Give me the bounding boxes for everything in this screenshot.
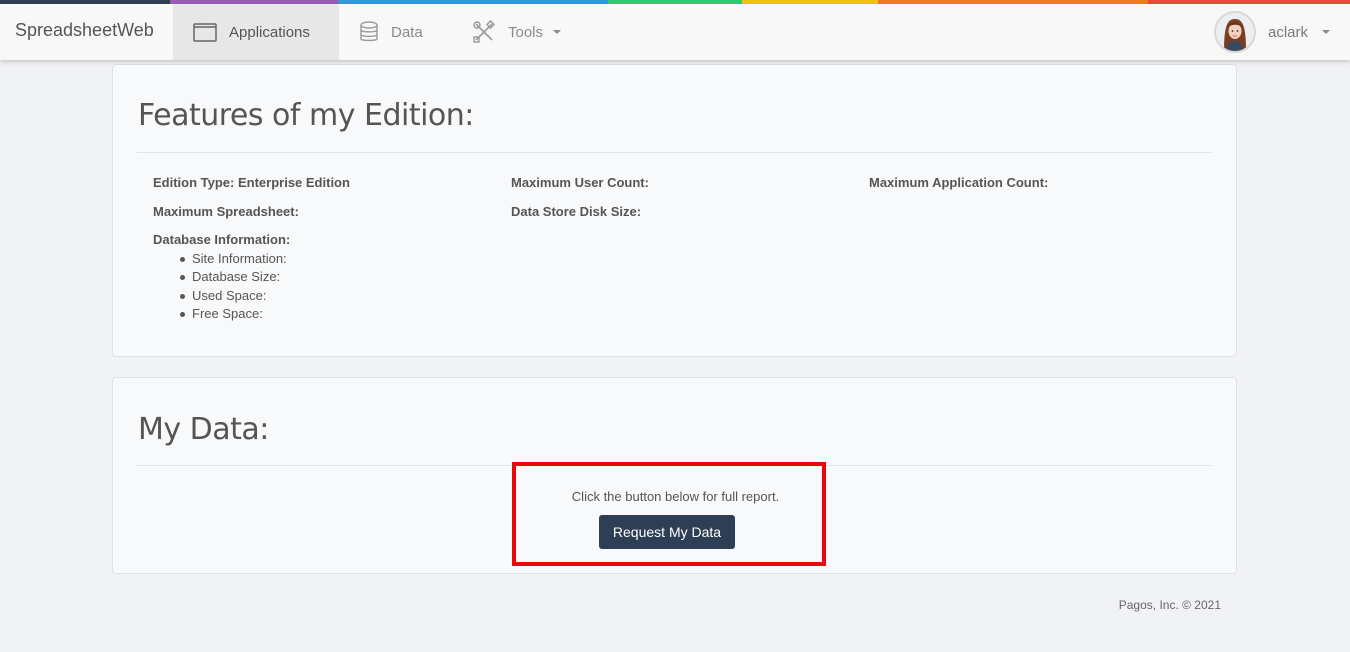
avatar (1213, 11, 1256, 53)
edition-type: Edition Type: Enterprise Edition (153, 175, 350, 190)
max-app-count: Maximum Application Count: (869, 175, 1049, 190)
window-icon (193, 22, 217, 42)
list-item: Site Information: (180, 251, 287, 266)
chevron-down-icon (553, 30, 562, 34)
top-navbar: SpreadsheetWeb Applications Data Tools a… (0, 4, 1350, 60)
brand-logo[interactable]: SpreadsheetWeb (15, 20, 154, 41)
max-spreadsheet: Maximum Spreadsheet: (153, 204, 299, 219)
list-item: Free Space: (180, 306, 263, 321)
list-item: Used Space: (179, 288, 267, 303)
nav-data-label: Data (391, 23, 423, 41)
features-title: Features of my Edition: (138, 98, 474, 133)
nav-applications[interactable]: Applications (173, 4, 339, 60)
data-store-disk-size: Data Store Disk Size: (511, 204, 642, 219)
username: aclark (1267, 23, 1308, 41)
chevron-down-icon (1322, 30, 1330, 34)
database-information: Database Information: (153, 232, 291, 247)
max-user-count: Maximum User Count: (511, 175, 649, 190)
user-menu[interactable]: aclark (1213, 4, 1330, 60)
highlight-box (512, 462, 826, 566)
tools-icon (472, 20, 496, 44)
nav-applications-label: Applications (229, 23, 310, 41)
features-panel: Features of my Edition: Edition Type: En… (112, 64, 1237, 357)
divider (137, 152, 1212, 153)
nav-tools-label: Tools (508, 23, 544, 41)
nav-tools[interactable]: Tools (472, 4, 592, 60)
my-data-title: My Data: (138, 412, 269, 447)
nav-data[interactable]: Data (339, 4, 449, 60)
footer-copyright: Pagos, Inc. © 2021 (1118, 598, 1221, 612)
list-item: Database Size: (179, 269, 281, 284)
database-icon (359, 21, 379, 43)
